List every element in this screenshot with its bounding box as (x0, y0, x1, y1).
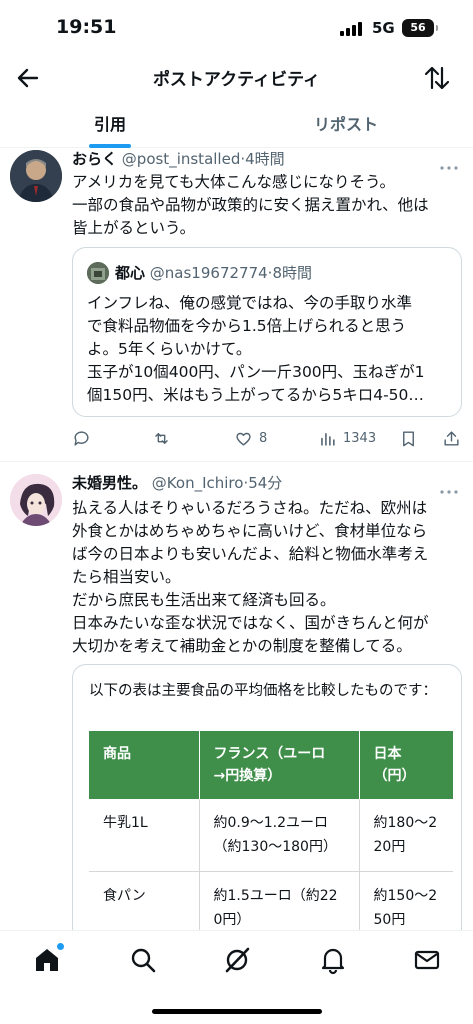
share-icon (444, 430, 459, 446)
table-header-row: 商品 フランス（ユーロ →円換算） 日本 （円） (89, 731, 453, 799)
header: ポストアクティビティ (0, 54, 473, 102)
bell-icon[interactable] (318, 945, 348, 975)
status-bar: 19:51 5G 56 (0, 0, 473, 54)
quoted-author-name: 都心 (115, 264, 146, 282)
post-text: 払える人はそりゃいるだろうさね。ただね、欧州は 外食とかはめちゃめちゃに高いけど… (72, 499, 429, 655)
cellular-signal-icon (340, 22, 366, 36)
views-chart-icon (321, 432, 335, 446)
avatar[interactable] (10, 474, 62, 526)
column-header: 商品 (89, 731, 200, 799)
quoted-post-text: インフレね、俺の感覚ではね、今の手取り水準 で食料品物価を今から1.5倍上げられ… (87, 294, 425, 404)
column-header: フランス（ユーロ →円換算） (199, 731, 360, 799)
quoted-post[interactable]: 都心 @nas19672774·8時間 インフレね、俺の感覚ではね、今の手取り水… (72, 247, 462, 417)
more-icon[interactable] (439, 156, 459, 170)
author-name[interactable]: おらく (72, 150, 117, 168)
tab-reposts[interactable]: リポスト (236, 104, 456, 148)
views-button[interactable]: 1343 (318, 426, 376, 450)
page-title: ポストアクティビティ (152, 70, 321, 90)
post-header: おらく @post_installed·4時間 (72, 148, 285, 169)
attached-table-image[interactable]: 以下の表は主要食品の平均価格を比較したものです： 商品 フランス（ユーロ →円換… (72, 664, 462, 964)
author-handle[interactable]: @post_installed (122, 150, 241, 168)
more-icon[interactable] (439, 480, 459, 494)
quoted-post-time: ·8時間 (267, 264, 312, 282)
like-button[interactable]: 8 (234, 426, 267, 450)
post-time: ·4時間 (240, 150, 285, 168)
mail-icon[interactable] (412, 945, 442, 975)
table-cell: 牛乳1L (89, 799, 200, 872)
share-button[interactable] (442, 426, 461, 450)
repost-icon (155, 432, 168, 444)
post-header: 未婚男性。 @Kon_Ichiro·54分 (72, 472, 282, 493)
reply-icon (74, 430, 89, 446)
bookmark-icon (403, 430, 414, 446)
search-icon[interactable] (128, 945, 158, 975)
quoted-post-header: 都心 @nas19672774·8時間 (115, 262, 312, 283)
tab-quotes[interactable]: 引用 (0, 104, 220, 148)
battery-icon: 56 (402, 19, 438, 37)
divider (0, 461, 473, 462)
quoted-author-handle: @nas19672774 (149, 264, 268, 282)
repost-button[interactable] (152, 426, 171, 450)
author-name[interactable]: 未婚男性。 (72, 474, 147, 492)
post-text: アメリカを見ても大体こんな感じになりそう。 一部の食品や品物が政策的に安く据え置… (72, 173, 429, 237)
view-count: 1343 (343, 430, 377, 446)
avatar[interactable] (10, 150, 62, 202)
heart-icon (236, 432, 251, 446)
bottom-nav (0, 930, 473, 1024)
table-cell: 約0.9〜1.2ユーロ （約130〜180円） (199, 799, 360, 872)
table-cell: 約180〜2 20円 (359, 799, 453, 872)
home-icon[interactable] (32, 943, 64, 975)
status-time: 19:51 (56, 16, 117, 38)
avatar (87, 262, 109, 284)
network-label: 5G (372, 19, 395, 37)
post-time: ·54分 (243, 474, 283, 492)
table-intro-text: 以下の表は主要食品の平均価格を比較したものです： (89, 683, 437, 699)
like-count: 8 (259, 430, 268, 446)
tab-bar: 引用 リポスト (0, 104, 473, 148)
post-actions: 8 1343 (72, 426, 464, 450)
price-comparison-table: 商品 フランス（ユーロ →円換算） 日本 （円） 牛乳1L 約0.9〜1.2ユー… (89, 731, 453, 945)
post-item[interactable]: おらく @post_installed·4時間 アメリカを見ても大体こんな感じに… (0, 148, 473, 460)
notification-dot (57, 943, 64, 950)
table-row: 牛乳1L 約0.9〜1.2ユーロ （約130〜180円） 約180〜2 20円 (89, 799, 453, 872)
bookmark-button[interactable] (399, 426, 418, 450)
author-handle[interactable]: @Kon_Ichiro (152, 474, 244, 492)
home-indicator[interactable] (152, 1009, 322, 1014)
grok-icon[interactable] (222, 945, 252, 975)
column-header: 日本 （円） (359, 731, 453, 799)
reply-button[interactable] (72, 426, 91, 450)
sort-arrows-icon[interactable] (421, 62, 453, 94)
